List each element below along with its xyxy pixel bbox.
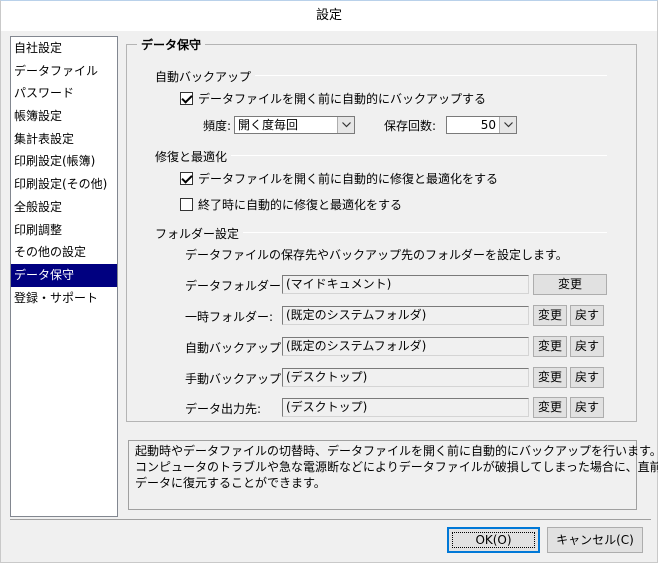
sidebar-item-print-adjust[interactable]: 印刷調整 xyxy=(11,219,117,242)
help-line: コンピュータのトラブルや急な電源断などによりデータファイルが破損してしまった場合… xyxy=(135,460,658,474)
repair-before-open-label: データファイルを開く前に自動的に修復と最適化をする xyxy=(198,172,499,186)
save-count-select[interactable]: 50 xyxy=(446,116,517,134)
sidebar-item-data-file[interactable]: データファイル xyxy=(11,60,117,83)
help-line: 起動時やデータファイルの切替時、データファイルを開く前に自動的にバックアップを行… xyxy=(135,444,658,458)
save-count-value: 50 xyxy=(480,118,496,132)
auto-backup-checkbox-label: データファイルを開く前に自動的にバックアップする xyxy=(198,92,487,106)
data-folder-label: データフォルダー: xyxy=(185,279,286,293)
auto-backup-folder-label: 自動バックアップ: xyxy=(185,341,286,355)
sidebar-item-company[interactable]: 自社設定 xyxy=(11,37,117,60)
manual-backup-folder-path: (デスクトップ) xyxy=(282,368,529,387)
folder-description: データファイルの保存先やバックアップ先のフォルダーを設定します。 xyxy=(185,248,568,262)
sidebar-item-registration[interactable]: 登録・サポート xyxy=(11,287,117,310)
sidebar-item-summary[interactable]: 集計表設定 xyxy=(11,128,117,151)
chevron-down-icon[interactable] xyxy=(499,117,516,133)
data-folder-path: (マイドキュメント) xyxy=(282,275,529,294)
data-output-folder-change-button[interactable]: 変更 xyxy=(533,397,567,418)
temp-folder-path: (既定のシステムフォルダ) xyxy=(282,306,529,325)
sidebar-item-password[interactable]: パスワード xyxy=(11,82,117,105)
repair-on-exit-row[interactable]: 終了時に自動的に修復と最適化をする xyxy=(180,196,402,213)
help-description-box: 起動時やデータファイルの切替時、データファイルを開く前に自動的にバックアップを行… xyxy=(128,440,658,510)
auto-backup-folder-change-button[interactable]: 変更 xyxy=(533,336,567,357)
temp-folder-label: 一時フォルダー: xyxy=(185,310,274,324)
frequency-value: 開く度毎回 xyxy=(238,118,299,132)
sidebar-item-print-ledger[interactable]: 印刷設定(帳簿) xyxy=(11,150,117,173)
sidebar-item-general[interactable]: 全般設定 xyxy=(11,196,117,219)
auto-backup-folder-reset-button[interactable]: 戻す xyxy=(570,336,604,357)
folder-section-title: フォルダー設定 xyxy=(155,225,244,242)
footer-divider xyxy=(10,519,651,520)
repair-before-open-checkbox[interactable] xyxy=(180,172,193,185)
settings-panel: データ保守 自動バックアップ データファイルを開く前に自動的にバックアップする … xyxy=(119,36,658,517)
repair-before-open-row[interactable]: データファイルを開く前に自動的に修復と最適化をする xyxy=(180,170,498,187)
ok-button[interactable]: OK(O) xyxy=(447,527,540,553)
save-count-label: 保存回数: xyxy=(384,119,437,133)
data-output-folder-path: (デスクトップ) xyxy=(282,398,529,417)
cancel-button[interactable]: キャンセル(C) xyxy=(547,527,643,553)
auto-backup-checkbox[interactable] xyxy=(180,92,193,105)
sidebar-item-other[interactable]: その他の設定 xyxy=(11,241,117,264)
auto-backup-checkbox-row[interactable]: データファイルを開く前に自動的にバックアップする xyxy=(180,90,486,107)
frequency-select[interactable]: 開く度毎回 xyxy=(234,116,355,134)
manual-backup-folder-reset-button[interactable]: 戻す xyxy=(570,367,604,388)
sidebar-item-print-other[interactable]: 印刷設定(その他) xyxy=(11,173,117,196)
temp-folder-change-button[interactable]: 変更 xyxy=(533,305,567,326)
focus-rect xyxy=(452,532,535,548)
sidebar-item-data-maintenance[interactable]: データ保守 xyxy=(11,263,117,287)
chevron-down-icon[interactable] xyxy=(337,117,354,133)
repair-on-exit-checkbox[interactable] xyxy=(180,198,193,211)
data-output-folder-reset-button[interactable]: 戻す xyxy=(570,397,604,418)
auto-backup-section-title: 自動バックアップ xyxy=(155,68,256,85)
temp-folder-reset-button[interactable]: 戻す xyxy=(570,305,604,326)
settings-category-list[interactable]: 自社設定 データファイル パスワード 帳簿設定 集計表設定 印刷設定(帳簿) 印… xyxy=(10,36,118,517)
manual-backup-folder-change-button[interactable]: 変更 xyxy=(533,367,567,388)
repair-section-title: 修復と最適化 xyxy=(155,148,232,165)
panel-title: データ保守 xyxy=(137,36,206,53)
settings-dialog: 設定 自社設定 データファイル パスワード 帳簿設定 集計表設定 印刷設定(帳簿… xyxy=(0,0,658,563)
auto-backup-folder-path: (既定のシステムフォルダ) xyxy=(282,337,529,356)
help-line: データに復元することができます。 xyxy=(135,476,326,490)
data-folder-change-button[interactable]: 変更 xyxy=(533,274,607,295)
manual-backup-folder-label: 手動バックアップ: xyxy=(185,372,286,386)
repair-on-exit-label: 終了時に自動的に修復と最適化をする xyxy=(198,198,403,212)
frequency-label: 頻度: xyxy=(203,119,232,133)
window-title: 設定 xyxy=(1,1,657,31)
data-output-folder-label: データ出力先: xyxy=(185,402,262,416)
sidebar-item-ledger[interactable]: 帳簿設定 xyxy=(11,105,117,128)
data-maintenance-group: データ保守 自動バックアップ データファイルを開く前に自動的にバックアップする … xyxy=(126,36,637,422)
